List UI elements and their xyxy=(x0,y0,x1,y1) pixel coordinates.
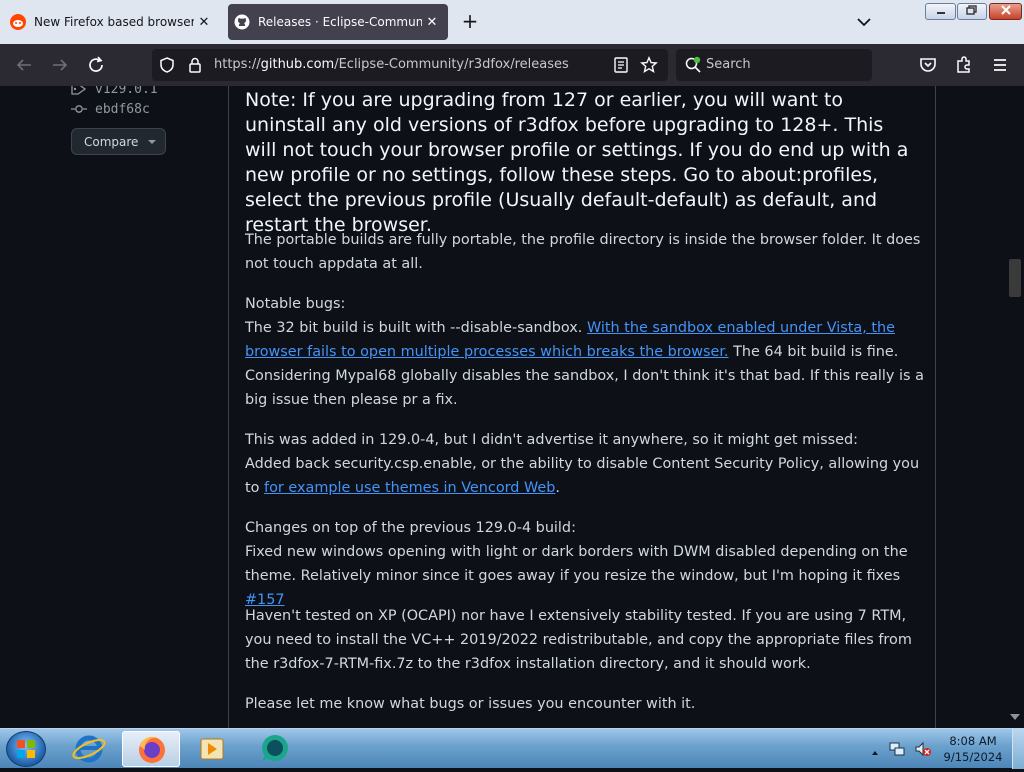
url-scheme: https:// xyxy=(214,57,261,72)
added-intro: This was added in 129.0-4, but I didn't … xyxy=(245,432,858,448)
reader-view-icon[interactable] xyxy=(612,56,630,78)
restore-button[interactable] xyxy=(957,3,987,20)
page-content: v129.0.1 ebdf68c Compare Note: If you ar… xyxy=(0,86,1024,728)
release-tag[interactable]: v129.0.1 xyxy=(70,86,158,98)
pocket-icon xyxy=(920,58,936,72)
taskbar-firefox[interactable] xyxy=(122,731,180,767)
tracking-protection-icon[interactable] xyxy=(158,56,176,78)
added-back-paragraph: This was added in 129.0-4, but I didn't … xyxy=(245,428,925,500)
volume-muted-icon[interactable] xyxy=(914,740,932,762)
forward-button[interactable] xyxy=(47,53,73,77)
notable-bugs-title: Notable bugs: xyxy=(245,296,346,312)
tab-strip: New Firefox based browser that ✕ Release… xyxy=(0,0,1024,44)
taskbar-media-player[interactable] xyxy=(182,731,240,767)
tab-github-releases[interactable]: Releases · Eclipse-Community/r ✕ xyxy=(228,4,448,40)
clock[interactable]: 8:08 AM 9/15/2024 xyxy=(942,733,1004,765)
tag-label: v129.0.1 xyxy=(95,86,158,97)
reload-button[interactable] xyxy=(83,53,109,77)
url-bar[interactable]: https://github.com/Eclipse-Community/r3d… xyxy=(152,49,668,81)
network-icon[interactable] xyxy=(888,740,906,762)
puzzle-icon xyxy=(957,56,970,73)
compare-label: Compare xyxy=(84,134,139,149)
clock-date: 9/15/2024 xyxy=(943,750,1003,764)
arrow-right-icon xyxy=(53,59,68,71)
show-hidden-icons-button[interactable] xyxy=(870,743,880,762)
caret-down-icon xyxy=(148,139,157,144)
xp-paragraph: Haven't tested on XP (OCAPI) nor have I … xyxy=(245,608,912,672)
search-placeholder: Search xyxy=(706,57,751,72)
windows-logo-icon xyxy=(17,740,35,758)
close-icon xyxy=(1000,5,1011,15)
restore-icon xyxy=(966,5,977,15)
url-host: github.com xyxy=(260,57,335,72)
back-button[interactable] xyxy=(11,53,37,77)
reload-icon xyxy=(89,56,103,72)
hamburger-menu-icon xyxy=(994,59,1006,71)
tab-title: New Firefox based browser that xyxy=(34,15,194,29)
tab-title: Releases · Eclipse-Community/r xyxy=(258,15,422,29)
bugs-text: The 32 bit build is built with --disable… xyxy=(245,320,587,336)
github-icon xyxy=(234,14,250,30)
chevron-up-icon xyxy=(872,751,878,755)
changes-text: Fixed new windows opening with light or … xyxy=(245,544,908,584)
changes-title: Changes on top of the previous 129.0-4 b… xyxy=(245,520,576,536)
vencord-themes-link[interactable]: for example use themes in Vencord Web xyxy=(264,480,555,496)
compare-button[interactable]: Compare xyxy=(71,128,166,155)
reddit-icon xyxy=(10,14,26,30)
app-menu-button[interactable] xyxy=(987,53,1013,77)
list-all-tabs-button[interactable] xyxy=(852,12,876,32)
bookmark-star-icon[interactable] xyxy=(640,56,658,78)
close-tab-icon[interactable]: ✕ xyxy=(422,15,442,30)
taskbar-app[interactable] xyxy=(244,731,302,767)
notable-bugs-paragraph: Notable bugs: The 32 bit build is built w… xyxy=(245,292,925,412)
navigation-toolbar: https://github.com/Eclipse-Community/r3d… xyxy=(0,44,1024,86)
scrollbar-thumb[interactable] xyxy=(1009,259,1021,297)
page-scrollbar[interactable] xyxy=(1006,86,1024,728)
minimize-button[interactable] xyxy=(925,3,956,20)
tab-reddit[interactable]: New Firefox based browser that ✕ xyxy=(4,4,220,40)
show-desktop-button[interactable] xyxy=(1012,729,1024,769)
minimize-icon xyxy=(936,12,945,14)
scroll-down-arrow-icon[interactable] xyxy=(1010,714,1020,720)
media-player-icon xyxy=(200,738,224,760)
new-tab-button[interactable]: + xyxy=(458,10,482,34)
taskbar: 8:08 AM 9/15/2024 xyxy=(0,728,1024,769)
extensions-button[interactable] xyxy=(951,53,977,77)
url-path: /Eclipse-Community/r3dfox/releases xyxy=(334,57,569,72)
portable-paragraph: The portable builds are fully portable, … xyxy=(245,232,921,272)
firefox-icon xyxy=(139,736,165,763)
search-bar[interactable]: Search xyxy=(676,49,872,81)
release-commit[interactable]: ebdf68c xyxy=(70,100,150,118)
arrow-left-icon xyxy=(16,59,31,71)
clock-time: 8:08 AM xyxy=(949,734,997,748)
pocket-button[interactable] xyxy=(915,53,941,77)
close-tab-icon[interactable]: ✕ xyxy=(194,15,214,30)
search-icon xyxy=(684,56,702,78)
taskbar-internet-explorer[interactable] xyxy=(60,731,118,767)
tag-icon xyxy=(71,86,87,95)
changes-paragraph: Changes on top of the previous 129.0-4 b… xyxy=(245,516,925,612)
app-bubble-icon xyxy=(262,735,288,761)
commit-icon xyxy=(71,105,87,113)
lock-icon[interactable] xyxy=(186,56,204,78)
added-period: . xyxy=(555,480,560,496)
close-window-button[interactable] xyxy=(989,3,1022,20)
url-text[interactable]: https://github.com/Eclipse-Community/r3d… xyxy=(214,57,569,72)
start-button[interactable] xyxy=(6,731,46,767)
closing-paragraph: Please let me know what bugs or issues y… xyxy=(245,696,696,712)
commit-hash: ebdf68c xyxy=(95,101,150,117)
chevron-down-icon xyxy=(857,18,871,27)
upgrade-note-heading: Note: If you are upgrading from 127 or e… xyxy=(245,89,909,236)
internet-explorer-icon xyxy=(72,735,106,763)
